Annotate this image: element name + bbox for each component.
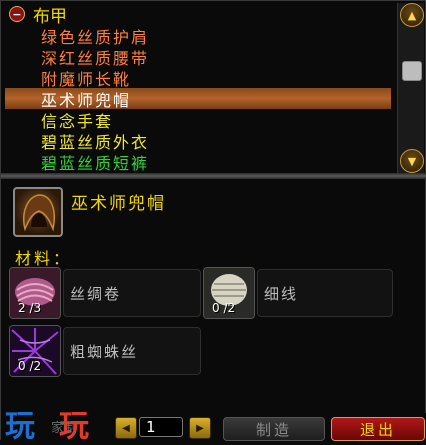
- spider-silk-icon[interactable]: 0 /2: [9, 325, 61, 377]
- reagent-count: 0 /2: [18, 359, 42, 373]
- collapse-icon[interactable]: −: [9, 6, 25, 22]
- recipe-item-selected[interactable]: 巫术师兜帽: [5, 88, 391, 110]
- create-button[interactable]: 制造: [223, 417, 325, 441]
- recipe-item[interactable]: 信念手套: [5, 109, 391, 131]
- quantity-input[interactable]: 1: [139, 417, 183, 437]
- reagent-count: 2 /3: [18, 301, 42, 315]
- recipe-item[interactable]: 绿色丝质护肩: [5, 25, 391, 47]
- recipe-list: − 布甲 绿色丝质护肩 深红丝质腰带 附魔师长靴 巫术师兜帽 信念手套 碧蓝丝质…: [5, 3, 395, 173]
- reagent-name-box: 细线: [257, 269, 393, 317]
- recipe-item[interactable]: 碧蓝丝质外衣: [5, 130, 391, 152]
- hood-icon[interactable]: [13, 187, 63, 237]
- scroll-up-arrow-icon[interactable]: ▲: [400, 3, 424, 27]
- scroll-down-arrow-icon[interactable]: ▼: [400, 149, 424, 173]
- watermark-text: 家制: [51, 421, 78, 436]
- tradeskill-window: − 布甲 绿色丝质护肩 深红丝质腰带 附魔师长靴 巫术师兜帽 信念手套 碧蓝丝质…: [0, 0, 426, 444]
- reagent-slot[interactable]: 2 /3 丝绸卷: [9, 267, 201, 319]
- reagent-slot[interactable]: 0 /2 粗蜘蛛丝: [9, 325, 201, 377]
- right-arrow-icon[interactable]: ▶: [189, 417, 211, 439]
- reagent-name: 粗蜘蛛丝: [70, 342, 139, 361]
- recipe-item[interactable]: 附魔师长靴: [5, 67, 391, 89]
- section-divider: [1, 173, 426, 179]
- reagent-name-box: 粗蜘蛛丝: [63, 327, 201, 375]
- reagent-name: 丝绸卷: [70, 284, 122, 303]
- thread-spool-icon[interactable]: 0 /2: [203, 267, 255, 319]
- left-arrow-icon[interactable]: ◀: [115, 417, 137, 439]
- scrollbar-thumb[interactable]: [402, 61, 422, 81]
- selected-item-name: 巫术师兜帽: [71, 194, 166, 214]
- reagent-slot[interactable]: 0 /2 细线: [203, 267, 393, 319]
- exit-button[interactable]: 退出: [331, 417, 425, 441]
- reagent-count: 0 /2: [212, 301, 236, 315]
- recipe-scrollbar[interactable]: ▲ ▼: [397, 3, 424, 173]
- materials-label: 材料：: [15, 249, 73, 268]
- recipe-item[interactable]: 碧蓝丝质短裤: [5, 151, 391, 173]
- recipe-item[interactable]: 深红丝质腰带: [5, 46, 391, 68]
- reagent-name: 细线: [264, 284, 299, 303]
- silk-bolt-icon[interactable]: 2 /3: [9, 267, 61, 319]
- recipe-label: 碧蓝丝质短裤: [41, 153, 150, 173]
- reagent-name-box: 丝绸卷: [63, 269, 201, 317]
- category-header[interactable]: − 布甲: [5, 3, 67, 27]
